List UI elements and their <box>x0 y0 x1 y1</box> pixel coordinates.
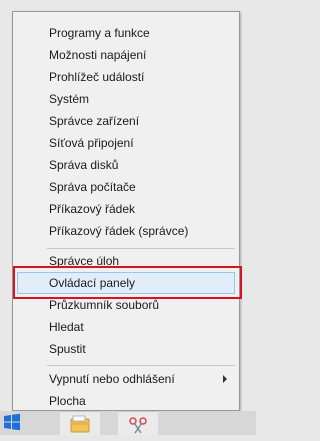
menu-item-label: Vypnutí nebo odhlášení <box>49 372 175 386</box>
submenu-arrow-icon <box>223 375 227 383</box>
file-explorer-icon <box>70 415 90 433</box>
menu-separator <box>47 365 235 366</box>
menu-item-system[interactable]: Systém <box>17 88 235 110</box>
menu-item-file-explorer[interactable]: Průzkumník souborů <box>17 294 235 316</box>
taskbar-snipping-tool-button[interactable] <box>118 411 158 435</box>
menu-item-run[interactable]: Spustit <box>17 338 235 360</box>
menu-item-programs-features[interactable]: Programy a funkce <box>17 22 235 44</box>
menu-item-event-viewer[interactable]: Prohlížeč událostí <box>17 66 235 88</box>
menu-item-disk-management[interactable]: Správa disků <box>17 154 235 176</box>
taskbar <box>0 411 256 435</box>
winx-context-menu: Programy a funkce Možnosti napájení Proh… <box>12 11 240 411</box>
menu-item-search[interactable]: Hledat <box>17 316 235 338</box>
menu-item-desktop[interactable]: Plocha <box>17 390 235 412</box>
menu-item-network-connections[interactable]: Síťová připojení <box>17 132 235 154</box>
menu-item-device-manager[interactable]: Správce zařízení <box>17 110 235 132</box>
windows-start-icon[interactable] <box>2 412 22 432</box>
menu-item-command-prompt-admin[interactable]: Příkazový řádek (správce) <box>17 220 235 242</box>
menu-item-power-options[interactable]: Možnosti napájení <box>17 44 235 66</box>
menu-separator <box>47 248 235 249</box>
menu-item-computer-management[interactable]: Správa počítače <box>17 176 235 198</box>
menu-item-command-prompt[interactable]: Příkazový řádek <box>17 198 235 220</box>
menu-item-control-panel[interactable]: Ovládací panely <box>17 272 235 294</box>
menu-item-shutdown-signout[interactable]: Vypnutí nebo odhlášení <box>17 368 235 390</box>
snipping-tool-icon <box>129 417 147 434</box>
taskbar-file-explorer-button[interactable] <box>60 411 100 435</box>
menu-item-task-manager[interactable]: Správce úloh <box>17 250 235 272</box>
